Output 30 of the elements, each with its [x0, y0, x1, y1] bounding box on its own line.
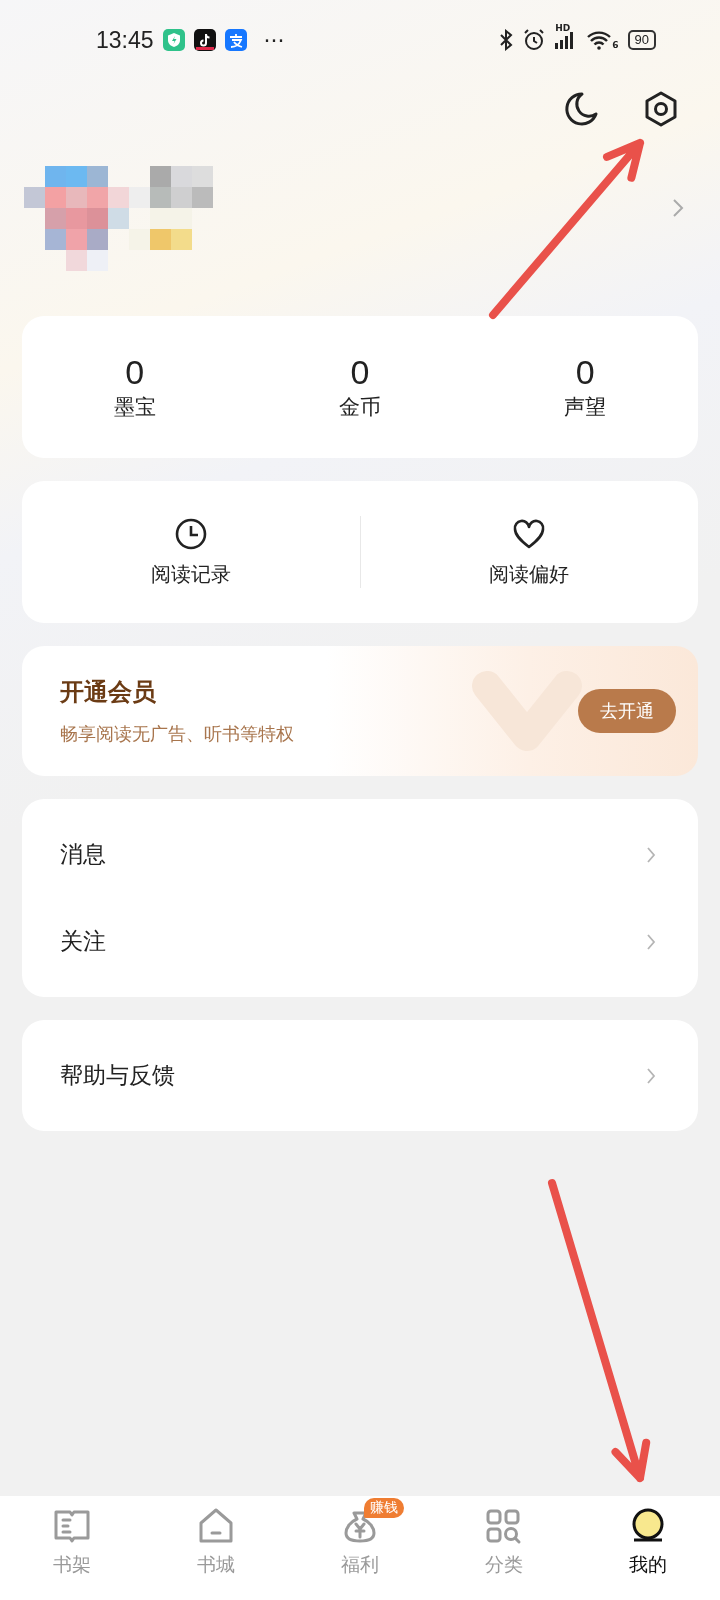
chevron-right-icon: [646, 932, 656, 951]
shield-app-icon: [162, 29, 185, 51]
chevron-right-icon: [646, 1066, 656, 1085]
music-note-app-icon: [193, 29, 216, 51]
chevron-right-icon: [646, 845, 656, 864]
clock-time: 13:45: [96, 26, 154, 54]
tab[interactable]: 我的: [586, 1498, 710, 1578]
bluetooth-icon: [499, 29, 514, 51]
stat-label: 墨宝: [113, 394, 156, 421]
vip-subtitle: 畅享阅读无广告、听书等特权: [60, 722, 294, 746]
stat-label: 声望: [564, 394, 607, 421]
menu-item[interactable]: 消息: [22, 811, 698, 898]
moon-icon[interactable]: [562, 90, 600, 128]
stat-value: 0: [125, 353, 145, 391]
battery-indicator: 90: [627, 30, 656, 50]
vip-title: 开通会员: [60, 677, 157, 708]
stat-value: 0: [575, 353, 595, 391]
payment-app-icon: [224, 29, 247, 51]
stat-label: 金币: [339, 394, 381, 421]
shortcut-item[interactable]: 阅读偏好: [360, 516, 698, 588]
wifi-icon: [586, 30, 613, 50]
open-membership-button[interactable]: 去开通: [578, 689, 676, 733]
stat-value: 0: [350, 353, 370, 391]
earn-badge: 赚钱: [364, 1498, 404, 1518]
wifi-standard: 6: [612, 40, 619, 50]
network-type: HD: [555, 23, 571, 33]
shortcut-item[interactable]: 阅读记录: [22, 516, 360, 588]
more-indicator: ···: [263, 27, 285, 53]
menu-item[interactable]: 帮助与反馈: [22, 1032, 698, 1119]
menu-item[interactable]: 关注: [22, 898, 698, 985]
